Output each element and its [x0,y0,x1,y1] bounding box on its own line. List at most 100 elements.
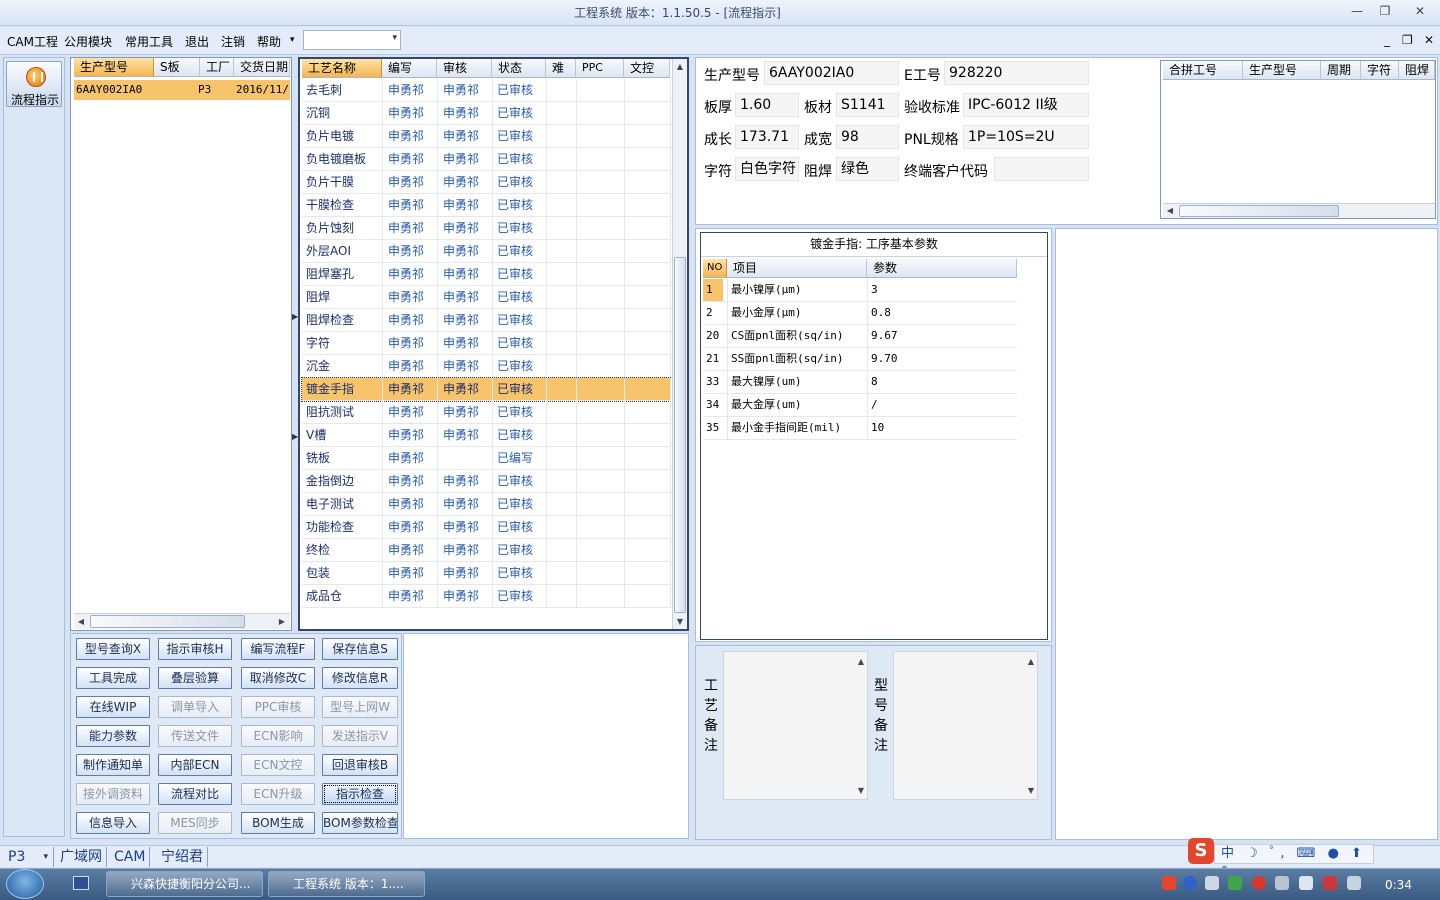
menu-logout[interactable]: 注销 [221,33,245,50]
col-merge-char[interactable]: 字符 [1361,61,1399,80]
close-icon[interactable]: ✕ [1406,3,1434,21]
action-button[interactable]: MES同步 [158,812,232,834]
table-row[interactable]: 阻抗测试 申勇祁 申勇祁 已审核 [302,401,671,424]
tray-arrow-icon[interactable] [1205,876,1219,890]
tray-monitor-icon[interactable] [1347,876,1361,890]
scroll-up-icon[interactable]: ▲ [1024,657,1038,666]
table-row[interactable]: 21 SS面pnl面积(sq/in) 9.70 [703,348,1017,371]
chevron-down-icon[interactable]: ▾ [290,35,295,45]
action-button[interactable]: BOM参数检查 [322,812,398,834]
action-button[interactable]: 回退审核B [322,754,398,776]
action-button[interactable]: 编写流程F [241,638,315,660]
tray-flag-icon[interactable] [1323,876,1337,890]
menu-combo[interactable]: ▾ [303,30,401,50]
table-row[interactable]: 外层AOI 申勇祁 申勇祁 已审核 [302,240,671,263]
action-button[interactable]: 型号查询X [76,638,150,660]
table-row[interactable]: 负片干膜 申勇祁 申勇祁 已审核 [302,171,671,194]
table-row[interactable]: 6AAY002IA0 P3 2016/11/ [74,80,290,100]
scroll-left-icon[interactable]: ◀ [74,617,88,626]
table-row[interactable]: 镀金手指 申勇祁 申勇祁 已审核 [301,377,671,402]
menu-cam[interactable]: CAM工程 [7,33,58,50]
scroll-down-icon[interactable]: ▼ [1024,786,1038,795]
tray-network-icon[interactable] [1275,876,1289,890]
menu-public[interactable]: 公用模块 [64,33,112,50]
scroll-thumb[interactable] [90,615,245,628]
col-merge-cycle[interactable]: 周期 [1321,61,1361,80]
col-process-name[interactable]: 工艺名称 [302,59,382,78]
tray-app-icon[interactable] [1228,876,1242,890]
col-param[interactable]: 参数 [867,259,1017,278]
scroll-down-icon[interactable]: ▼ [854,786,868,795]
col-no[interactable]: NO [703,259,727,278]
table-row[interactable]: 包装 申勇祁 申勇祁 已审核 [302,562,671,585]
flow-indicator-button[interactable]: 流程指示 [6,61,62,107]
col-factory[interactable]: 工厂 [200,58,234,77]
col-merge-model[interactable]: 生产型号 [1243,61,1321,80]
minimize-icon[interactable]: — [1343,3,1371,21]
maximize-icon[interactable]: ❐ [1371,3,1399,21]
table-row[interactable]: 功能检查 申勇祁 申勇祁 已审核 [302,516,671,539]
action-button[interactable]: ECN文控 [241,754,315,776]
table-row[interactable]: 1 最小镍厚(μm) 3 [703,279,1017,302]
table-row[interactable]: 沉金 申勇祁 申勇祁 已审核 [302,355,671,378]
process-remark-input[interactable]: ▲ ▼ [723,651,868,800]
col-difficulty[interactable]: 难 [546,59,576,78]
table-row[interactable]: 终检 申勇祁 申勇祁 已审核 [302,539,671,562]
process-vscroll[interactable]: ▲ ▼ [672,59,687,629]
col-reviewer[interactable]: 审核 [437,59,492,78]
scroll-down-icon[interactable]: ▼ [673,617,687,626]
model-hscroll[interactable]: ◀ ▶ [74,613,290,629]
action-button[interactable]: 能力参数 [76,725,150,747]
table-row[interactable]: 铣板 申勇祁 已编写 [302,447,671,470]
ime-logo-icon[interactable]: S [1188,838,1214,864]
scroll-thumb[interactable] [1179,205,1339,217]
action-button[interactable]: PPC审核 [241,696,315,718]
action-button[interactable]: 接外调资料 [76,783,150,805]
action-button[interactable]: 内部ECN [158,754,232,776]
action-button[interactable]: 叠层验算 [158,667,232,689]
col-writer[interactable]: 编写 [382,59,437,78]
mdi-close-icon[interactable]: ✕ [1424,33,1434,47]
action-button[interactable]: ECN升级 [241,783,315,805]
taskbar-app[interactable]: 工程系统 版本：1.... [268,871,425,897]
scroll-thumb[interactable] [674,257,686,613]
action-button[interactable]: 保存信息S [322,638,398,660]
col-merge-mask[interactable]: 阻焊 [1399,61,1435,80]
action-button[interactable]: 信息导入 [76,812,150,834]
col-doc-control[interactable]: 文控 [624,59,670,78]
action-button[interactable]: 工具完成 [76,667,150,689]
scroll-up-icon[interactable]: ▲ [854,657,868,666]
model-remark-input[interactable]: ▲ ▼ [893,651,1038,800]
scroll-left-icon[interactable]: ◀ [1163,206,1177,215]
chevron-down-icon[interactable]: ▾ [43,847,48,867]
action-button[interactable]: 制作通知单 [76,754,150,776]
table-row[interactable]: 负电镀磨板 申勇祁 申勇祁 已审核 [302,148,671,171]
scroll-up-icon[interactable]: ▲ [673,62,687,71]
col-status[interactable]: 状态 [492,59,546,78]
volume-icon[interactable] [1299,876,1313,890]
table-row[interactable]: 34 最大金厚(um) / [703,394,1017,417]
action-button[interactable]: 取消修改C [241,667,315,689]
table-row[interactable]: 干膜检查 申勇祁 申勇祁 已审核 [302,194,671,217]
action-button[interactable]: 在线WIP [76,696,150,718]
action-button[interactable]: 修改信息R [322,667,398,689]
table-row[interactable]: 35 最小金手指间距(mil) 10 [703,417,1017,440]
merge-hscroll[interactable]: ◀ [1163,203,1435,218]
table-row[interactable]: 电子测试 申勇祁 申勇祁 已审核 [302,493,671,516]
action-button[interactable]: 调单导入 [158,696,232,718]
menu-help[interactable]: 帮助 [257,33,281,50]
action-button[interactable]: 指示检查 [322,783,398,805]
taskbar-app[interactable]: 兴森快捷衡阳分公司... [106,871,263,897]
action-button[interactable]: 流程对比 [158,783,232,805]
table-row[interactable]: 沉铜 申勇祁 申勇祁 已审核 [302,102,671,125]
table-row[interactable]: 阻焊塞孔 申勇祁 申勇祁 已审核 [302,263,671,286]
col-merge-no[interactable]: 合拼工号 [1163,61,1243,80]
factory-select[interactable]: P3 ▾ [4,847,54,867]
col-s-board[interactable]: S板 [154,58,200,77]
col-delivery-date[interactable]: 交货日期 [234,58,290,77]
menu-tools[interactable]: 常用工具 [125,33,173,50]
action-button[interactable]: BOM生成 [241,812,315,834]
scroll-right-icon[interactable]: ▶ [275,617,289,626]
chevron-down-icon[interactable]: ▾ [392,33,397,43]
table-row[interactable]: 33 最大镍厚(um) 8 [703,371,1017,394]
